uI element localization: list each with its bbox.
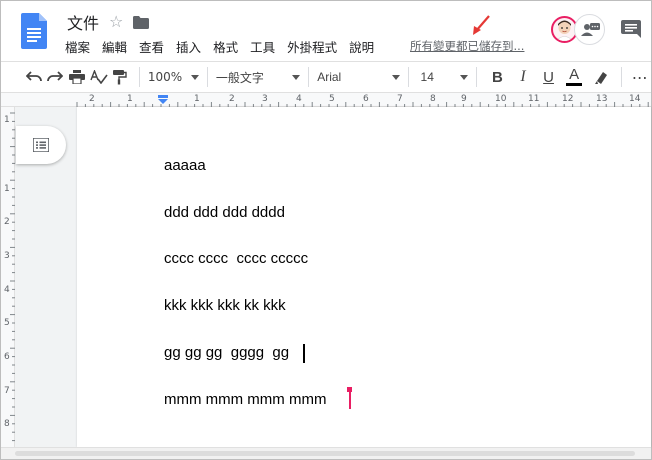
ruler-mark: 1 bbox=[4, 115, 10, 125]
menu-view[interactable]: 查看 bbox=[139, 37, 164, 56]
scrollbar-thumb[interactable] bbox=[15, 451, 635, 456]
ruler-mark: 11 bbox=[528, 94, 540, 104]
toolbar-divider bbox=[138, 67, 140, 87]
ruler-mark: 8 bbox=[430, 94, 436, 104]
user-face-icon bbox=[555, 20, 574, 41]
ruler-mark: 12 bbox=[562, 94, 574, 104]
ruler-mark: 3 bbox=[4, 251, 10, 261]
document-paragraph[interactable]: cccc cccc cccc ccccc bbox=[164, 250, 308, 267]
more-options-icon[interactable]: ⋯ bbox=[629, 65, 651, 89]
underline-button[interactable]: U bbox=[538, 65, 560, 89]
bold-button[interactable]: B bbox=[487, 65, 509, 89]
zoom-value: 100% bbox=[147, 70, 183, 84]
ruler-mark: 6 bbox=[4, 352, 10, 362]
spellcheck-icon[interactable] bbox=[88, 65, 110, 89]
ruler-mark: 8 bbox=[4, 419, 10, 429]
title-row: 文件 ☆ bbox=[67, 10, 150, 34]
ruler-mark: 2 bbox=[229, 94, 235, 104]
chevron-down-icon bbox=[459, 74, 468, 80]
menu-addons[interactable]: 外掛程式 bbox=[287, 37, 337, 56]
chevron-down-icon bbox=[190, 74, 199, 80]
ruler-mark: 7 bbox=[397, 94, 403, 104]
horizontal-scrollbar[interactable] bbox=[1, 447, 651, 459]
formatting-toolbar: 100% 一般文字 Arial 14 B I U A ⋯ bbox=[1, 61, 651, 93]
ruler-ticks bbox=[76, 102, 649, 107]
toolbar-divider bbox=[620, 67, 622, 87]
collaborator-cursor bbox=[349, 389, 351, 409]
toolbar-divider bbox=[308, 67, 310, 87]
menu-help[interactable]: 說明 bbox=[349, 37, 374, 56]
redo-icon[interactable] bbox=[45, 65, 67, 89]
folder-icon[interactable] bbox=[133, 15, 150, 29]
app-header: 文件 ☆ 檔案 編輯 查看 插入 格式 工具 外掛程式 說明 所有變更都已儲存到… bbox=[1, 1, 651, 61]
paragraph-style-value: 一般文字 bbox=[215, 70, 264, 85]
menu-tools[interactable]: 工具 bbox=[250, 37, 275, 56]
ruler-mark: 4 bbox=[4, 285, 10, 295]
menu-file[interactable]: 檔案 bbox=[65, 37, 90, 56]
ruler-mark: 6 bbox=[363, 94, 369, 104]
document-paragraph[interactable]: ddd ddd ddd dddd bbox=[164, 204, 285, 221]
undo-icon[interactable] bbox=[23, 65, 45, 89]
document-paragraph[interactable]: mmm mmm mmm mmm bbox=[164, 391, 326, 408]
comment-icon[interactable] bbox=[621, 20, 641, 38]
font-size-select[interactable]: 14 bbox=[417, 65, 468, 89]
save-status-link[interactable]: 所有變更都已儲存到... bbox=[410, 38, 524, 54]
red-arrow-annotation-icon bbox=[473, 15, 490, 35]
ruler-mark: 2 bbox=[89, 94, 95, 104]
ruler-mark: 13 bbox=[596, 94, 608, 104]
ruler-mark: 1 bbox=[127, 94, 133, 104]
document-canvas bbox=[15, 107, 651, 447]
italic-button[interactable]: I bbox=[512, 65, 534, 89]
ruler-mark: 1 bbox=[4, 184, 10, 194]
zoom-select[interactable]: 100% bbox=[148, 65, 199, 89]
ruler-mark: 9 bbox=[461, 94, 467, 104]
font-family-select[interactable]: Arial bbox=[317, 65, 400, 89]
collaborator-chat-button[interactable] bbox=[574, 14, 605, 45]
ruler-mark: 5 bbox=[4, 318, 10, 328]
star-icon[interactable]: ☆ bbox=[109, 14, 123, 30]
ruler-mark: 7 bbox=[4, 386, 10, 396]
print-icon[interactable] bbox=[66, 65, 88, 89]
vertical-ruler[interactable]: 1 1 2 3 4 5 6 7 8 bbox=[1, 107, 15, 447]
document-paragraph[interactable]: aaaaa bbox=[164, 157, 206, 174]
ruler-mark: 14 bbox=[629, 94, 641, 104]
ruler-mark: 4 bbox=[296, 94, 302, 104]
vertical-ruler-ticks bbox=[10, 112, 15, 442]
outline-list-icon bbox=[33, 138, 49, 152]
chat-people-icon bbox=[581, 23, 600, 36]
menu-bar: 檔案 編輯 查看 插入 格式 工具 外掛程式 說明 bbox=[65, 37, 386, 55]
paragraph-style-select[interactable]: 一般文字 bbox=[215, 65, 301, 89]
chevron-down-icon bbox=[391, 74, 400, 80]
ruler-mark: 10 bbox=[495, 94, 507, 104]
menu-insert[interactable]: 插入 bbox=[176, 37, 201, 56]
text-color-swatch bbox=[566, 83, 583, 86]
document-title[interactable]: 文件 bbox=[67, 10, 99, 34]
document-outline-button[interactable] bbox=[16, 126, 66, 164]
toolbar-divider bbox=[206, 67, 208, 87]
highlight-icon[interactable] bbox=[591, 65, 613, 89]
chevron-down-icon bbox=[292, 74, 301, 80]
paint-format-icon[interactable] bbox=[109, 65, 131, 89]
toolbar-divider bbox=[475, 67, 477, 87]
toolbar-divider bbox=[407, 67, 409, 87]
document-paragraph[interactable]: gg gg gg gggg gg bbox=[164, 344, 289, 361]
ruler-mark: 2 bbox=[4, 217, 10, 227]
docs-logo-icon[interactable] bbox=[21, 13, 47, 49]
menu-format[interactable]: 格式 bbox=[213, 37, 238, 56]
ruler-mark: 1 bbox=[194, 94, 200, 104]
ruler-mark: 3 bbox=[262, 94, 268, 104]
text-color-icon: A bbox=[569, 66, 580, 83]
horizontal-ruler[interactable]: 2 1 1 2 3 4 5 6 7 8 9 10 11 12 13 14 bbox=[1, 93, 651, 107]
font-family-value: Arial bbox=[317, 70, 342, 84]
document-paragraph[interactable]: kkk kkk kkk kk kkk bbox=[164, 297, 286, 314]
font-size-value: 14 bbox=[420, 70, 434, 84]
indent-marker-icon[interactable] bbox=[157, 95, 169, 104]
ruler-mark: 5 bbox=[329, 94, 335, 104]
text-color-button[interactable]: A bbox=[563, 65, 585, 89]
menu-edit[interactable]: 編輯 bbox=[102, 37, 127, 56]
text-cursor bbox=[303, 344, 305, 363]
